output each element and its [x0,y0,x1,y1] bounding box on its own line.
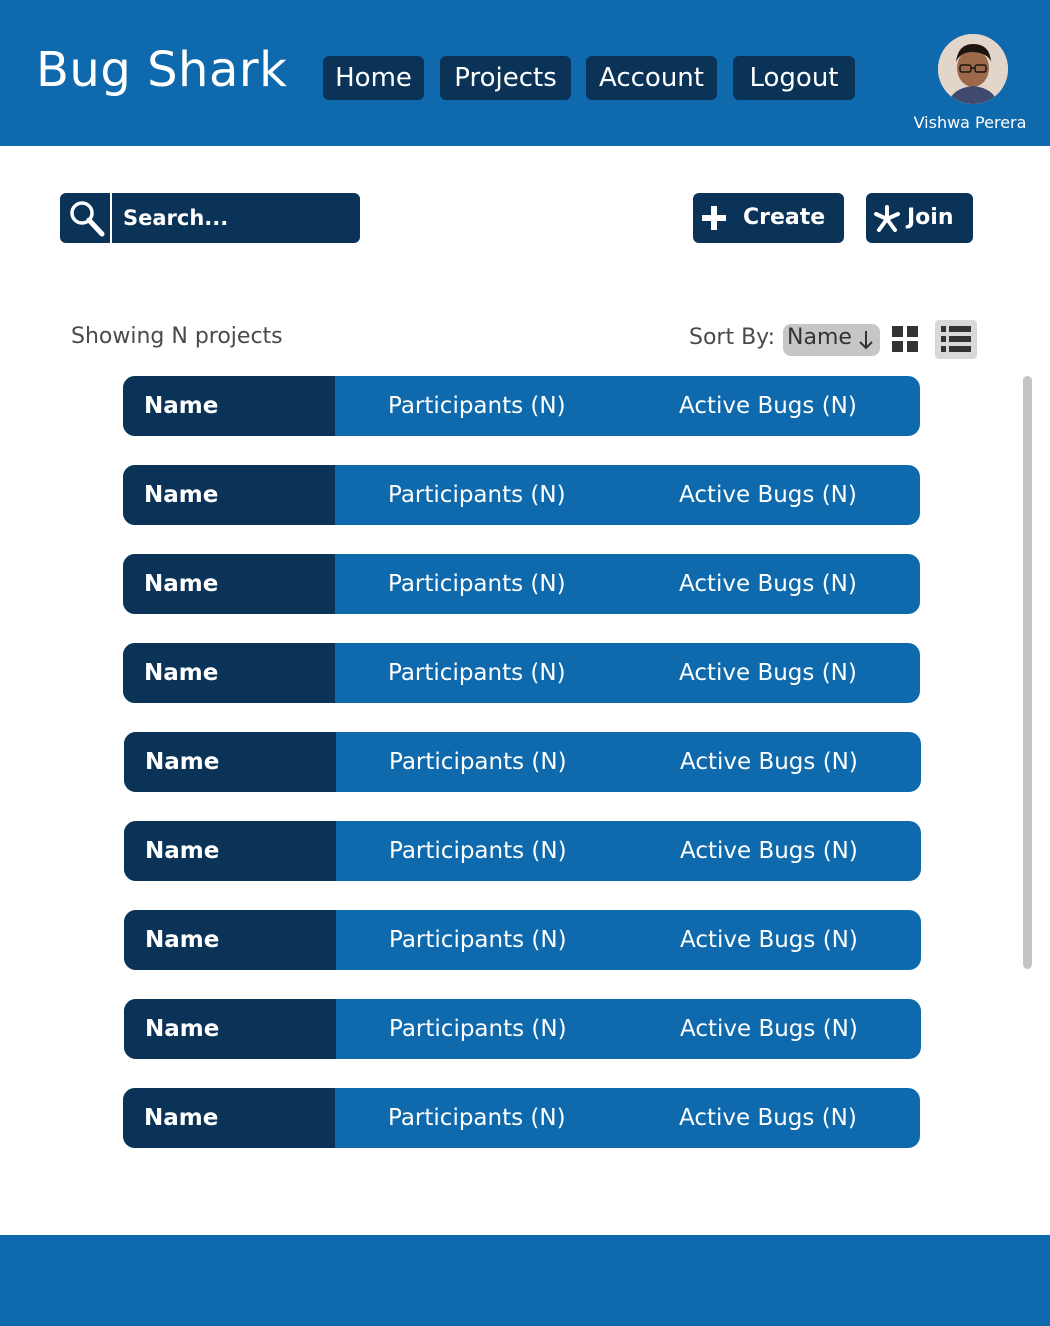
project-participants: Participants (N) [388,571,566,597]
project-name: Name [123,465,335,525]
project-name: Name [123,554,335,614]
project-participants: Participants (N) [389,927,567,953]
project-row[interactable]: Name Participants (N) Active Bugs (N) [123,643,920,703]
project-active-bugs: Active Bugs (N) [679,1105,857,1131]
project-participants: Participants (N) [389,749,567,775]
project-participants: Participants (N) [389,1016,567,1042]
project-row[interactable]: Name Participants (N) Active Bugs (N) [123,465,920,525]
project-name: Name [124,821,336,881]
project-active-bugs: Active Bugs (N) [680,838,858,864]
project-participants: Participants (N) [389,838,567,864]
project-name: Name [123,1088,335,1148]
project-active-bugs: Active Bugs (N) [680,927,858,953]
project-row[interactable]: Name Participants (N) Active Bugs (N) [124,910,921,970]
project-row[interactable]: Name Participants (N) Active Bugs (N) [124,821,921,881]
project-participants: Participants (N) [388,660,566,686]
project-row[interactable]: Name Participants (N) Active Bugs (N) [123,1088,920,1148]
project-participants: Participants (N) [388,482,566,508]
project-active-bugs: Active Bugs (N) [679,482,857,508]
project-name: Name [124,910,336,970]
footer-bar [0,1235,1050,1326]
project-list: Name Participants (N) Active Bugs (N) Na… [0,0,1000,1200]
project-name: Name [124,999,336,1059]
project-participants: Participants (N) [388,393,566,419]
list-scrollbar[interactable] [1023,376,1032,969]
project-active-bugs: Active Bugs (N) [679,660,857,686]
project-row[interactable]: Name Participants (N) Active Bugs (N) [123,554,920,614]
project-active-bugs: Active Bugs (N) [680,1016,858,1042]
project-name: Name [123,643,335,703]
project-active-bugs: Active Bugs (N) [679,571,857,597]
project-active-bugs: Active Bugs (N) [679,393,857,419]
project-name: Name [124,732,336,792]
project-row[interactable]: Name Participants (N) Active Bugs (N) [124,999,921,1059]
project-participants: Participants (N) [388,1105,566,1131]
project-row[interactable]: Name Participants (N) Active Bugs (N) [123,376,920,436]
project-name: Name [123,376,335,436]
project-row[interactable]: Name Participants (N) Active Bugs (N) [124,732,921,792]
project-active-bugs: Active Bugs (N) [680,749,858,775]
